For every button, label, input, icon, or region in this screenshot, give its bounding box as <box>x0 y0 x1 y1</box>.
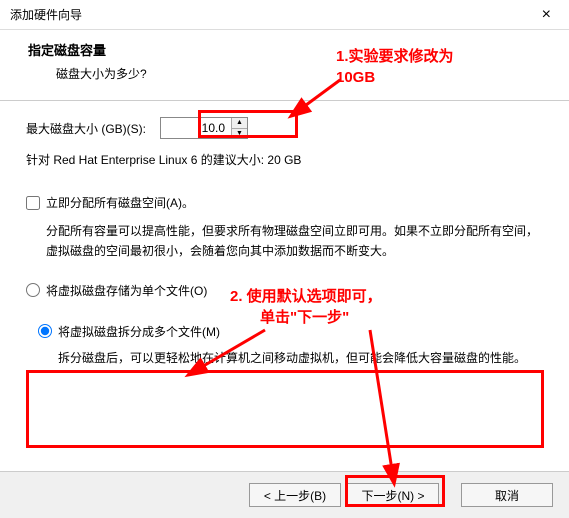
allocate-desc: 分配所有容量可以提高性能，但要求所有物理磁盘空间立即可用。如果不立即分配所有空间… <box>46 221 543 262</box>
back-button[interactable]: < 上一步(B) <box>249 483 341 507</box>
disk-size-label: 最大磁盘大小 (GB)(S): <box>26 120 146 137</box>
page-title: 指定磁盘容量 <box>28 40 549 59</box>
storage-single-label: 将虚拟磁盘存储为单个文件(O) <box>46 282 207 299</box>
next-button[interactable]: 下一步(N) > <box>347 483 439 507</box>
wizard-header: 指定磁盘容量 磁盘大小为多少? <box>0 30 569 101</box>
allocate-row: 立即分配所有磁盘空间(A)。 <box>26 194 543 211</box>
storage-split-block: 将虚拟磁盘拆分成多个文件(M) 拆分磁盘后，可以更轻松地在计算机之间移动虚拟机，… <box>26 313 543 384</box>
allocate-label: 立即分配所有磁盘空间(A)。 <box>46 194 194 211</box>
disk-size-input[interactable] <box>161 118 231 138</box>
recommend-text: 针对 Red Hat Enterprise Linux 6 的建议大小: 20 … <box>26 151 543 168</box>
spinner-down-icon[interactable]: ▼ <box>232 129 247 139</box>
wizard-body: 最大磁盘大小 (GB)(S): ▲ ▼ 针对 Red Hat Enterpris… <box>0 101 569 384</box>
cancel-button[interactable]: 取消 <box>461 483 553 507</box>
allocate-checkbox[interactable] <box>26 196 40 210</box>
close-icon[interactable]: × <box>534 6 559 24</box>
disk-size-row: 最大磁盘大小 (GB)(S): ▲ ▼ <box>26 117 543 139</box>
spinner-up-icon[interactable]: ▲ <box>232 118 247 129</box>
wizard-footer: < 上一步(B) 下一步(N) > 取消 <box>0 471 569 518</box>
titlebar: 添加硬件向导 × <box>0 0 569 30</box>
storage-split-desc: 拆分磁盘后，可以更轻松地在计算机之间移动虚拟机，但可能会降低大容量磁盘的性能。 <box>58 348 531 368</box>
page-subtitle: 磁盘大小为多少? <box>56 65 549 82</box>
disk-size-input-wrap: ▲ ▼ <box>160 117 248 139</box>
storage-split-radio[interactable] <box>38 324 52 338</box>
storage-single-row: 将虚拟磁盘存储为单个文件(O) <box>26 282 543 299</box>
window-title: 添加硬件向导 <box>10 6 82 23</box>
disk-size-spinner: ▲ ▼ <box>231 118 247 138</box>
storage-split-row: 将虚拟磁盘拆分成多个文件(M) <box>38 323 531 340</box>
storage-split-label: 将虚拟磁盘拆分成多个文件(M) <box>58 323 220 340</box>
storage-single-radio[interactable] <box>26 283 40 297</box>
